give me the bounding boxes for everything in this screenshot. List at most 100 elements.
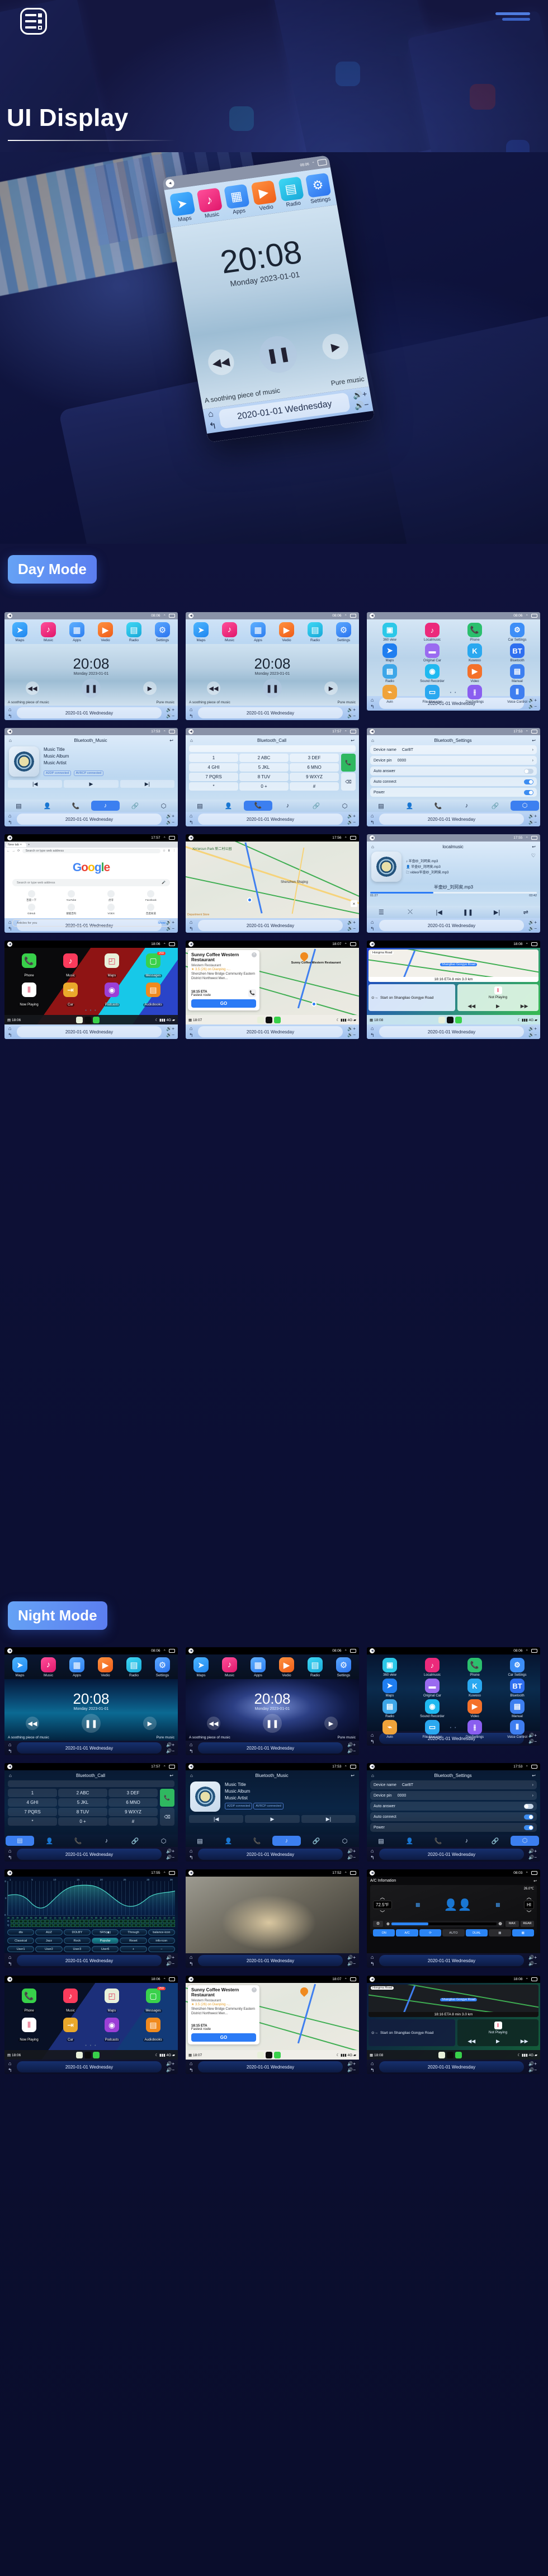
eq-band-cell[interactable] [132,1924,136,1927]
next-icon[interactable]: ▶ [143,1717,157,1730]
status-back-icon[interactable]: ◀ [188,613,193,618]
list-settings-icon[interactable] [20,8,47,35]
menu-icon[interactable]: ⋮ [173,849,176,853]
shot-carplay-nav-day[interactable]: ◀ 18:08 ⌃ Hongma Road Shangliao Gongye Ro… [367,941,540,1039]
eq-band-cell[interactable] [32,1924,36,1927]
home-app-radio[interactable]: ▤ Radio [301,622,329,642]
tab-dialpad[interactable]: 📞 [424,1837,452,1845]
tab-contacts[interactable]: 👤 [33,802,62,810]
eq-band-cell[interactable] [27,1920,32,1923]
back-arrow-icon[interactable]: ↰ [8,1032,12,1038]
status-back-icon[interactable]: ◀ [370,729,375,734]
eq-band-cell[interactable] [80,1920,84,1923]
eq-band-cell[interactable] [10,1920,15,1923]
dial-key-3[interactable]: 3 DEF [108,1789,158,1797]
eq-band-cell[interactable] [40,1924,45,1927]
defrost-icon-right[interactable]: ▩ [495,1902,500,1908]
eq-band-cell[interactable] [54,1924,58,1927]
kuwo-icon[interactable] [266,1016,273,1023]
phone-icon[interactable] [93,2051,100,2058]
kuwo-icon[interactable] [84,2051,92,2058]
shot-home-night-galaxy[interactable]: ◀ 08:06 ⌃ ➤ Maps ♪ Music ▦ Apps ▶ Vedio ▤ Radi… [186,1647,359,1755]
status-back-icon[interactable]: ◀ [7,835,12,840]
next-icon[interactable]: ▶ [324,681,338,695]
tab-contacts[interactable]: 👤 [395,802,424,810]
play-icon[interactable]: ▶ [496,2038,500,2044]
carplay-app-maps[interactable]: ◰ Maps [92,953,132,979]
chevron-up-icon[interactable]: ⌃ [344,836,347,840]
home-app-video[interactable]: ▶ Vedio [272,622,301,642]
toggle-switch[interactable] [524,779,533,784]
eq-band-cell[interactable] [162,1920,167,1923]
eq-band-cell[interactable] [36,1920,40,1923]
eq-band-cell[interactable] [67,1920,71,1923]
volume-up-icon[interactable]: 🔊+ [347,1026,356,1031]
drawer-app-bluetooth[interactable]: BT Bluetooth [497,1679,538,1698]
kuwo-icon[interactable] [447,1016,454,1023]
tab-dialpad[interactable]: 📞 [62,802,90,810]
volume-down-icon[interactable]: 🔊− [528,1961,537,1966]
eq-band-cell[interactable] [136,1920,140,1923]
back-arrow-icon[interactable]: ↰ [370,1855,375,1861]
forward-icon[interactable]: ▶▶ [521,2038,528,2044]
eq-band-cell[interactable] [54,1920,58,1923]
volume-down-icon[interactable]: 🔊− [166,1961,174,1966]
chevron-up-icon[interactable]: ⌃ [526,730,528,734]
volume-down-icon[interactable]: 🔊− [347,820,356,825]
map-view[interactable]: Xin'ercun Park 新二村公园 Shenzhen Shajing × … [186,842,359,918]
status-back-icon[interactable]: ◀ [188,729,193,734]
next-icon[interactable]: ▶| [301,1815,356,1823]
eq-band-cell[interactable] [123,1924,127,1927]
eq-band-cell[interactable] [162,1924,167,1927]
eq-band-cell[interactable] [154,1920,158,1923]
status-back-icon[interactable]: ◀ [370,942,375,947]
home-app-maps[interactable]: ➤ Maps [187,622,215,642]
recents-icon[interactable] [350,1871,356,1875]
shot-home-day[interactable]: ◀ 08:06 ⌃ ➤ Maps ♪ Music ▦ Apps ▶ Vedio ▤ Radi… [4,612,178,720]
eq-band-cell[interactable] [110,1920,115,1923]
back-arrow-icon[interactable]: ↰ [189,1855,193,1861]
shot-carplay-nav-night[interactable]: ◀ 18:08 ⌃ Hongma Road Shangliao Gongye Ro… [367,1976,540,2074]
eq-band-cell[interactable] [158,1924,162,1927]
drawer-app-phone[interactable]: 📞 Phone [454,623,495,642]
eq-band-cell[interactable] [140,1920,145,1923]
dial-key-6[interactable]: 6 MNO [290,763,339,772]
eq-preset-reset[interactable]: Reset [120,1938,147,1944]
back-arrow-icon[interactable]: ↰ [189,926,193,932]
home-icon[interactable]: ⌂ [371,919,374,925]
ac-button-on[interactable]: ON [373,1929,395,1936]
eq-preset--[interactable]: − [148,1946,175,1952]
back-icon[interactable]: ← [7,849,10,853]
forward-icon[interactable]: ▶▶ [521,1003,528,1009]
eq-band-cell[interactable] [88,1920,93,1923]
dial-key-7[interactable]: 7 PQRS [8,1808,57,1816]
volume-down-icon[interactable]: 🔊− [528,704,537,709]
shot-equalizer-night[interactable]: ◀ 17:55 ⌃ 1 5 10 15 20 25 30 36 0 0 0 20… [4,1869,178,1968]
drawer-app-360-view[interactable]: ▣ 360 view [369,1658,410,1677]
next-icon[interactable]: ▶| [120,780,174,788]
carplay-app-phone[interactable]: 📞 Phone [9,1989,49,2014]
temp-up-icon-right[interactable]: ︿ [524,1893,534,1901]
dial-key-*[interactable]: * [189,782,238,791]
maps-icon[interactable] [438,1016,446,1023]
status-back-icon[interactable]: ◀ [370,1870,375,1875]
home-app-maps[interactable]: ➤ Maps [6,1657,34,1677]
forward-icon[interactable]: → [12,849,16,853]
toggle-switch[interactable] [524,789,533,795]
back-arrow-icon[interactable]: ↰ [189,2067,193,2074]
pause-icon[interactable]: ❚❚ [263,1714,282,1733]
maps-icon[interactable] [76,1016,83,1023]
eq-band-cell[interactable] [119,1924,123,1927]
tab-link[interactable]: 🔗 [481,802,509,810]
dial-key-8[interactable]: 8 TUV [239,773,289,781]
chevron-up-icon[interactable]: ⌃ [163,1649,166,1653]
eq-band-cell[interactable] [115,1920,119,1923]
carplay-poi-map[interactable]: Sunny Coffee Western Restaurant × Sunny … [186,948,359,1024]
ac-button-a-c[interactable]: A/C [396,1929,418,1936]
home-icon[interactable]: ⌂ [371,2061,374,2066]
eq-preset-user5[interactable]: User5 [91,1946,119,1952]
eq-band-cell[interactable] [71,1920,75,1923]
volume-down-icon[interactable]: 🔊− [347,713,356,718]
status-back-icon[interactable]: ◀ [370,835,375,840]
home-icon[interactable]: ⌂ [190,1742,192,1747]
